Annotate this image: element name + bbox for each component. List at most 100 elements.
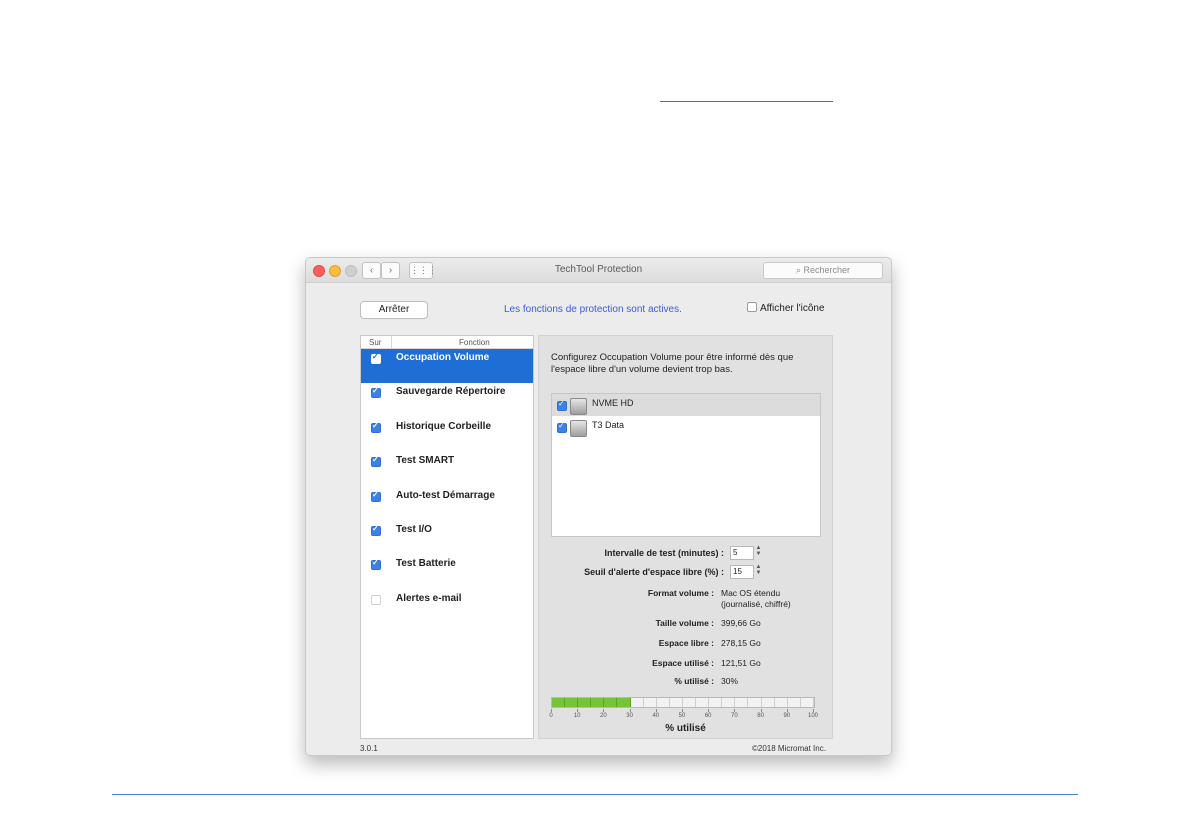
function-checkbox[interactable]	[371, 455, 381, 468]
usage-bar-segment	[775, 698, 788, 707]
function-checkbox[interactable]	[371, 421, 381, 433]
volume-name: T3 Data	[592, 420, 625, 430]
function-label: Test Batterie	[396, 558, 456, 570]
scale-tick-label: 90	[783, 713, 791, 719]
interval-label: Intervalle de test (minutes) :	[604, 548, 724, 558]
scale-tick-label: 30	[626, 713, 633, 719]
function-label: Historique Corbeille	[396, 420, 492, 432]
header-separator	[391, 336, 392, 348]
interval-input[interactable]: 5	[730, 546, 754, 560]
interval-stepper[interactable]: ▲ ▼	[755, 545, 762, 558]
usage-bar-segment	[670, 698, 683, 707]
page-rule	[112, 794, 1078, 795]
function-list-item[interactable]: Auto-test Démarrage	[361, 487, 533, 521]
scale-tick-label: 80	[757, 713, 764, 719]
title-bar: ‹ › ⋮⋮⋮ TechTool Protection ⌕ Rechercher	[306, 258, 891, 283]
volume-row[interactable]: T3 Data	[552, 416, 820, 438]
threshold-input[interactable]: 15	[730, 565, 754, 579]
function-list-item[interactable]: Test Batterie	[361, 555, 533, 589]
used-value: 121,51 Go	[721, 658, 761, 668]
free-value: 278,15 Go	[721, 638, 761, 648]
volume-name: NVME HD	[592, 398, 634, 408]
function-list-item[interactable]: Occupation Volume	[361, 349, 533, 384]
percent-label: % utilisé :	[674, 676, 714, 686]
function-label: Alertes e-mail	[396, 592, 462, 604]
function-checkbox[interactable]	[371, 558, 381, 571]
scale-tick-mark	[655, 709, 657, 712]
function-list: Sur Fonction Occupation Volume Sauvegarde…	[360, 335, 534, 739]
usage-bar-segment	[617, 698, 631, 707]
scale-tick-label: 70	[731, 713, 738, 719]
panel-description: Configurez Occupation Volume pour être i…	[551, 352, 794, 375]
hard-disk-icon	[570, 420, 587, 437]
function-list-item[interactable]: Sauvegarde Répertoire	[361, 383, 533, 417]
stop-button[interactable]: Arrêter	[360, 301, 428, 319]
format-value: Mac OS étendu (journalisé, chiffré)	[721, 588, 791, 609]
function-checkbox[interactable]	[371, 352, 381, 364]
volume-list[interactable]: NVME HD T3 Data	[551, 393, 821, 537]
scale-tick-mark	[813, 709, 814, 712]
function-list-item[interactable]: Historique Corbeille	[361, 418, 533, 452]
techtool-protection-window: ‹ › ⋮⋮⋮ TechTool Protection ⌕ Rechercher…	[305, 257, 892, 756]
volume-checkbox[interactable]	[557, 421, 567, 433]
format-label: Format volume :	[647, 588, 714, 598]
scale-tick-mark	[708, 709, 710, 712]
usage-bar-segment	[552, 698, 566, 707]
function-checkbox[interactable]	[371, 490, 381, 502]
scale-caption: % utilisé	[665, 723, 706, 734]
usage-bar-segment	[578, 698, 592, 707]
function-label: Sauvegarde Répertoire	[396, 386, 506, 398]
search-field[interactable]: ⌕ Rechercher	[763, 262, 883, 279]
search-icon: ⌕	[795, 265, 804, 275]
usage-bar-segment	[696, 698, 710, 707]
usage-bar-segment	[709, 698, 723, 707]
scale-tick-label: 40	[652, 713, 660, 719]
function-checkbox[interactable]	[371, 524, 381, 536]
scale-tick-label: 0	[549, 713, 553, 719]
scale-tick-mark	[786, 709, 788, 712]
usage-bar-segment	[565, 698, 579, 707]
usage-bar-segment	[762, 698, 775, 707]
threshold-stepper[interactable]: ▲ ▼	[755, 564, 762, 577]
scale-tick-mark	[603, 709, 605, 712]
header-on: Sur	[369, 338, 382, 347]
scale-tick-mark	[629, 709, 631, 712]
scale-tick-mark	[682, 709, 683, 712]
scale-tick-label: 60	[704, 713, 712, 719]
usage-bar-segment	[644, 698, 657, 707]
percent-value: 30%	[721, 676, 739, 686]
scale-tick-mark	[734, 709, 736, 712]
version-label: 3.0.1	[360, 744, 378, 753]
function-label: Auto-test Démarrage	[396, 489, 495, 501]
usage-bar-segment	[683, 698, 697, 707]
scale-tick-label: 20	[600, 713, 607, 719]
scale-tick-label: 50	[678, 713, 686, 719]
volume-checkbox[interactable]	[557, 399, 567, 411]
usage-bar-segment	[604, 698, 618, 707]
threshold-label: Seuil d'alerte d'espace libre (%) :	[584, 567, 724, 577]
scale-tick-mark	[760, 709, 762, 712]
function-list-item[interactable]: Test SMART	[361, 452, 533, 486]
function-checkbox[interactable]	[371, 594, 381, 605]
search-placeholder: Rechercher	[803, 265, 851, 275]
function-label: Test I/O	[396, 523, 432, 535]
usage-bar-segment	[735, 698, 749, 707]
function-checkbox[interactable]	[371, 386, 381, 399]
volume-row[interactable]: NVME HD	[552, 394, 820, 416]
scale-tick-mark	[551, 709, 552, 712]
function-list-item[interactable]: Alertes e-mail	[361, 590, 533, 624]
usage-bar-segment	[591, 698, 605, 707]
usage-bar-segment	[801, 698, 814, 707]
show-menu-icon-checkbox[interactable]: Afficher l'icône	[747, 302, 825, 314]
function-list-header: Sur Fonction	[361, 336, 533, 349]
used-label: Espace utilisé :	[652, 658, 714, 668]
show-menu-icon-label: Afficher l'icône	[760, 303, 825, 314]
hard-disk-icon	[570, 398, 587, 415]
function-settings-panel: Configurez Occupation Volume pour être i…	[538, 335, 833, 739]
usage-bar-segment	[748, 698, 762, 707]
checkbox-box[interactable]	[747, 302, 757, 312]
copyright-label: ©2018 Micromat Inc.	[752, 744, 826, 753]
header-function: Fonction	[459, 338, 490, 347]
usage-bar-segment	[722, 698, 736, 707]
function-list-item[interactable]: Test I/O	[361, 521, 533, 555]
